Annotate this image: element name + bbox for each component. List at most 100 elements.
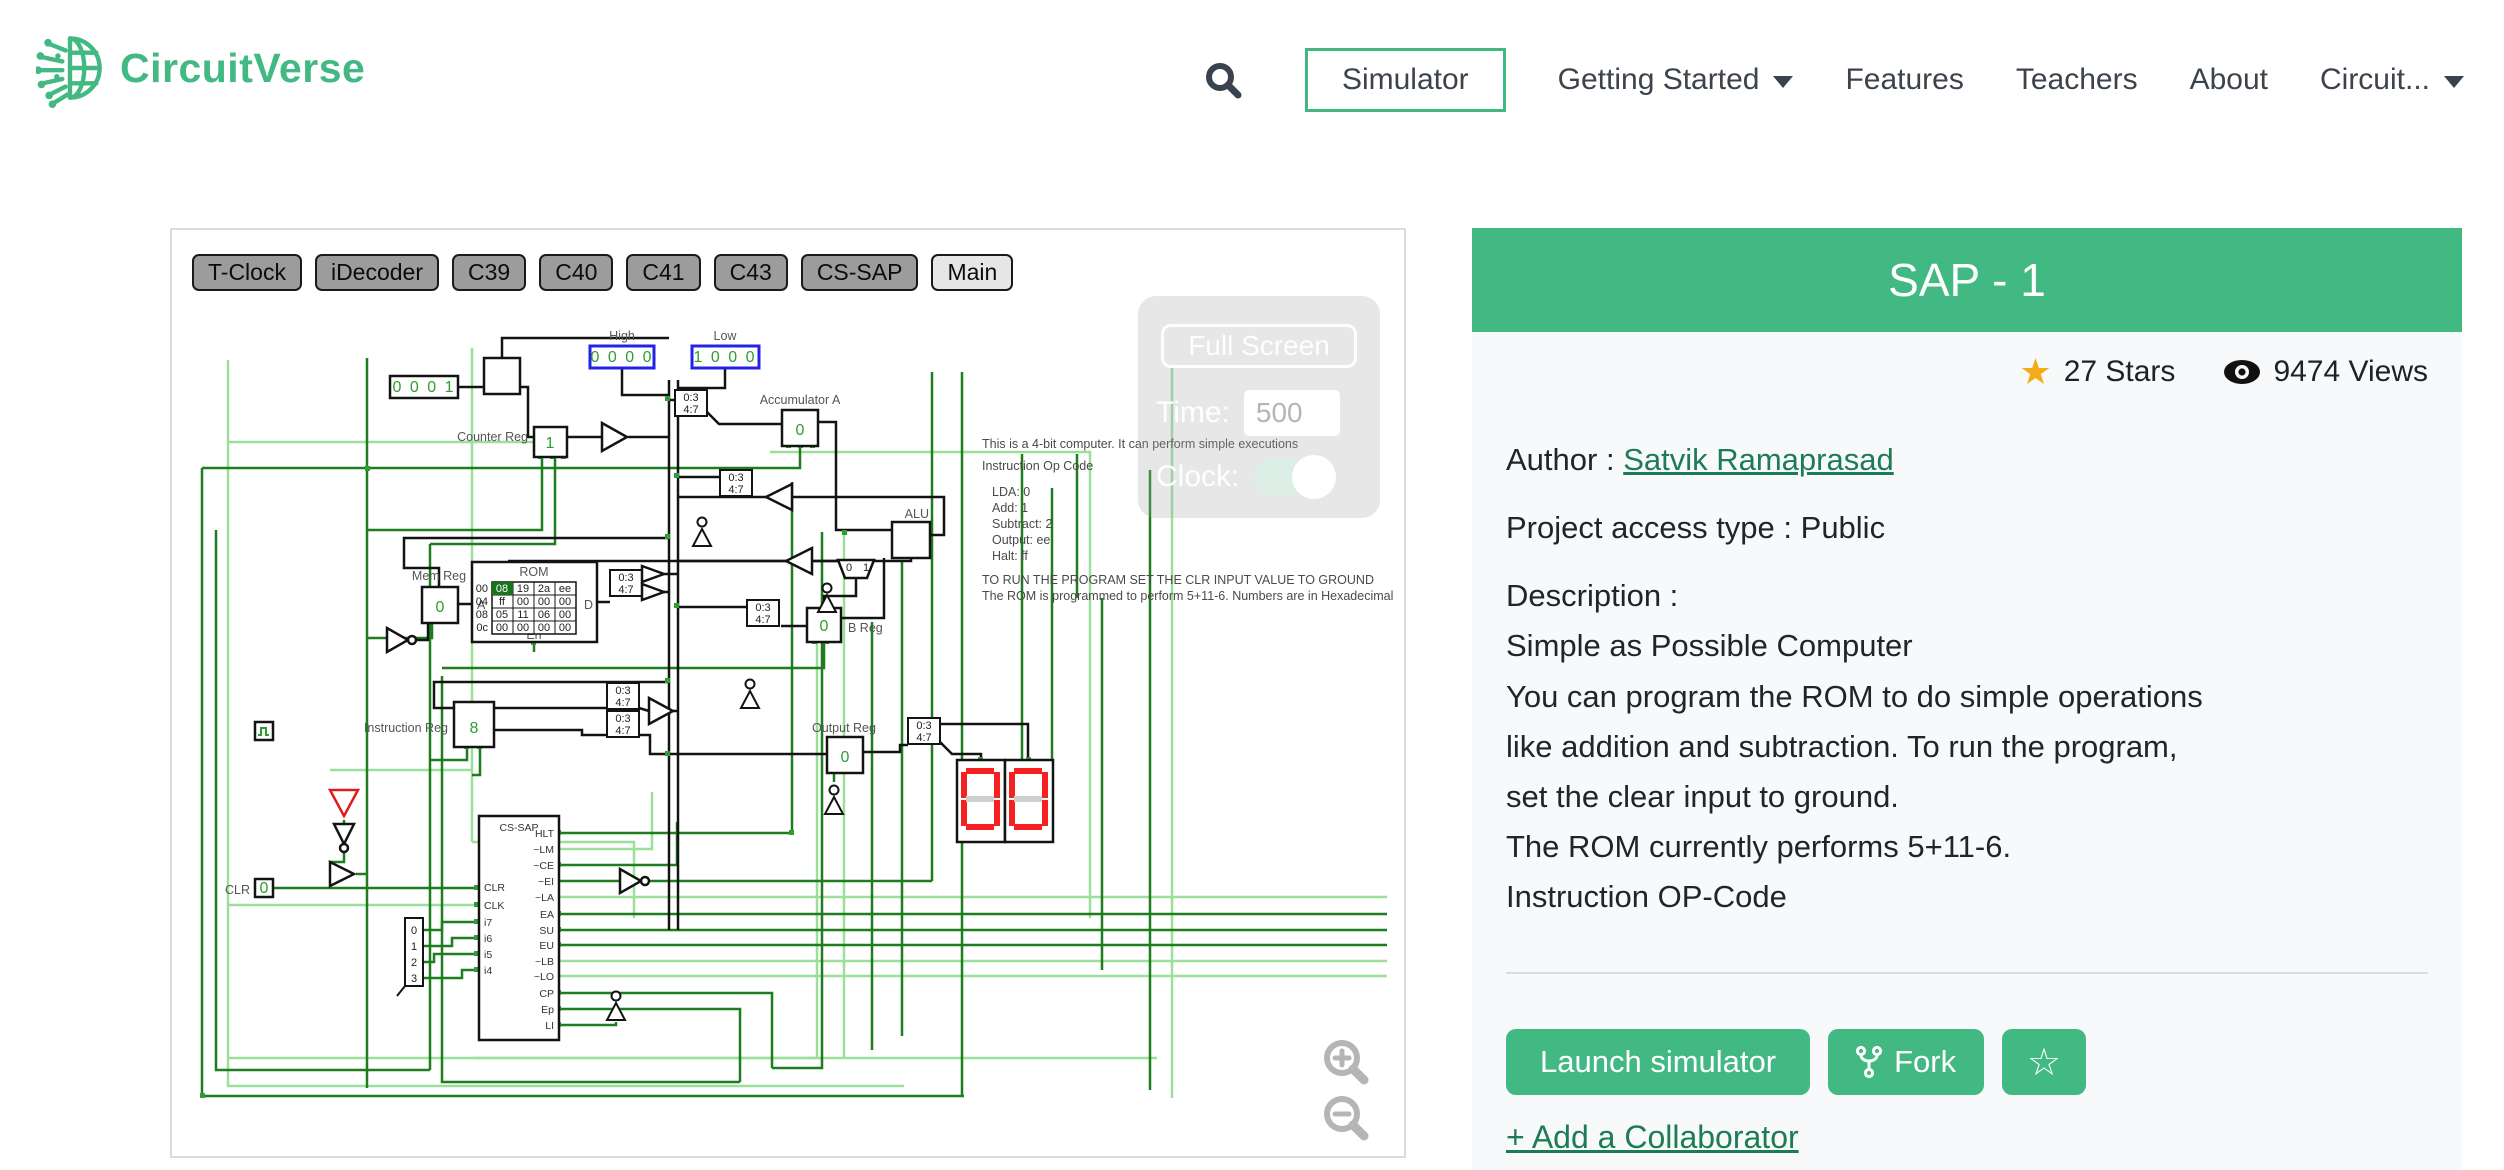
circuit-preview-panel: T-Clock iDecoder C39 C40 C41 C43 CS-SAP …: [170, 228, 1406, 1158]
svg-text:00: 00: [559, 609, 571, 621]
collaborator-row: + Add a Collaborator: [1472, 1119, 2462, 1156]
cs-sap-chip[interactable]: CS-SAP CLR CLK i7 i6 i5 i4 HLT ~LM ~CE ~…: [479, 816, 559, 1040]
circuitverse-project-page: CircuitVerse Simulator Getting Started F…: [0, 0, 2504, 1170]
svg-text:0: 0: [411, 925, 417, 937]
bus-splitter[interactable]: 0:3 4:7: [610, 570, 642, 596]
tab-c40[interactable]: C40: [539, 254, 613, 291]
svg-text:0:3: 0:3: [615, 685, 630, 697]
svg-text:0:3: 0:3: [683, 392, 698, 404]
project-title: SAP - 1: [1472, 228, 2462, 332]
mem-register[interactable]: Mem Reg 0: [412, 569, 466, 623]
svg-text:CLR: CLR: [484, 882, 505, 894]
tab-c41[interactable]: C41: [626, 254, 700, 291]
nav-about[interactable]: About: [2190, 63, 2268, 97]
star-icon: ★: [2019, 354, 2051, 390]
svg-text:00: 00: [559, 596, 571, 608]
clock-element[interactable]: [255, 722, 273, 740]
svg-text:2: 2: [411, 957, 417, 969]
svg-text:1: 1: [863, 562, 869, 574]
clock-toggle[interactable]: [1253, 458, 1333, 496]
svg-text:B Reg: B Reg: [848, 621, 883, 635]
toggle-knob: [1292, 455, 1336, 499]
tab-cs-sap[interactable]: CS-SAP: [801, 254, 919, 291]
launch-simulator-button[interactable]: Launch simulator: [1506, 1029, 1810, 1095]
not-gate[interactable]: [387, 628, 416, 652]
svg-text:0:3: 0:3: [618, 572, 633, 584]
mux-element[interactable]: 0 1: [838, 560, 874, 578]
svg-text:00: 00: [538, 622, 550, 634]
author-link[interactable]: Satvik Ramaprasad: [1623, 442, 1894, 477]
svg-text:i6: i6: [484, 933, 492, 945]
stars-stat[interactable]: ★ 27 Stars: [2019, 354, 2175, 390]
tab-c39[interactable]: C39: [452, 254, 526, 291]
svg-text:LDA: 0: LDA: 0: [992, 485, 1030, 499]
star-button[interactable]: ☆: [2002, 1029, 2086, 1095]
search-icon[interactable]: [1203, 60, 1243, 100]
description-line: Instruction OP-Code: [1506, 872, 2428, 922]
input-word-element[interactable]: 0 0 0 1: [390, 376, 458, 398]
add-collaborator-link[interactable]: + Add a Collaborator: [1506, 1119, 1799, 1155]
nav-getting-started[interactable]: Getting Started: [1558, 63, 1794, 97]
svg-text:Subtract: 2: Subtract: 2: [992, 517, 1052, 531]
clr-input-element[interactable]: CLR 0: [225, 879, 273, 897]
tab-main[interactable]: Main: [931, 254, 1013, 291]
description-line: set the clear input to ground.: [1506, 772, 2428, 822]
low-input-element[interactable]: Low 1 0 0 0: [692, 329, 759, 368]
tab-idecoder[interactable]: iDecoder: [315, 254, 439, 291]
svg-text:00: 00: [496, 622, 508, 634]
time-input[interactable]: [1244, 390, 1340, 436]
bus-splitter[interactable]: 0:3 4:7: [908, 718, 940, 744]
svg-text:Mem Reg: Mem Reg: [412, 569, 466, 583]
svg-text:i5: i5: [484, 949, 492, 961]
nav-features[interactable]: Features: [1845, 63, 1963, 97]
mini-splitter[interactable]: 0 1 2 3: [397, 918, 423, 996]
buffer-gate[interactable]: [642, 584, 664, 600]
buffer-gate[interactable]: [602, 423, 627, 451]
svg-text:4:7: 4:7: [615, 725, 630, 737]
bus-splitter[interactable]: 0:3 4:7: [607, 711, 639, 737]
nav-circuit-menu-label: Circuit...: [2320, 63, 2430, 97]
nav-teachers[interactable]: Teachers: [2016, 63, 2138, 97]
svg-text:~EI: ~EI: [538, 876, 554, 888]
svg-text:Accumulator A: Accumulator A: [760, 393, 841, 407]
buffer-gate[interactable]: [642, 566, 664, 582]
not-gate[interactable]: [334, 824, 354, 852]
description-line: The ROM currently performs 5+11-6.: [1506, 822, 2428, 872]
brand[interactable]: CircuitVerse: [36, 28, 365, 108]
svg-text:Output: ee: Output: ee: [992, 533, 1050, 547]
alu-block[interactable]: ALU: [892, 507, 930, 558]
svg-text:08: 08: [476, 609, 488, 621]
bus-splitter[interactable]: 0:3 4:7: [675, 390, 707, 416]
zoom-out-icon[interactable]: [1320, 1092, 1372, 1144]
power-element[interactable]: [330, 790, 358, 816]
svg-text:4:7: 4:7: [615, 697, 630, 709]
tab-c43[interactable]: C43: [714, 254, 788, 291]
stars-count: 27 Stars: [2064, 355, 2176, 389]
buffer-gate[interactable]: [330, 862, 354, 886]
svg-text:4:7: 4:7: [683, 404, 698, 416]
fork-button[interactable]: Fork: [1828, 1029, 1984, 1095]
bus-splitter[interactable]: 0:3 4:7: [607, 683, 639, 709]
buffer-gate[interactable]: [766, 484, 792, 510]
rom-block[interactable]: ROM A D En 00 04 08 0c 08 19 2a ee: [472, 562, 597, 642]
counter-register[interactable]: Counter Reg 1: [457, 427, 567, 457]
buffer-gate[interactable]: [786, 548, 812, 574]
svg-text:11: 11: [517, 609, 528, 621]
nav-simulator[interactable]: Simulator: [1305, 48, 1506, 112]
svg-text:4:7: 4:7: [755, 614, 770, 626]
d-flipflop-block[interactable]: [484, 358, 520, 394]
svg-text:EA: EA: [540, 909, 554, 921]
high-input-element[interactable]: High 0 0 0 0: [590, 329, 654, 368]
svg-text:~LB: ~LB: [535, 956, 554, 968]
nav-circuit-menu[interactable]: Circuit...: [2320, 63, 2464, 97]
svg-text:Instruction Reg: Instruction Reg: [364, 721, 448, 735]
full-screen-button[interactable]: Full Screen: [1161, 324, 1357, 368]
bus-splitter[interactable]: 0:3 4:7: [720, 470, 752, 496]
divider: [1506, 972, 2428, 974]
seven-segment-display[interactable]: [957, 760, 1053, 842]
zoom-in-icon[interactable]: [1320, 1036, 1372, 1088]
tab-t-clock[interactable]: T-Clock: [192, 254, 302, 291]
accumulator-register[interactable]: Accumulator A 0: [760, 393, 841, 446]
bus-splitter[interactable]: 0:3 4:7: [747, 600, 779, 626]
svg-text:0:3: 0:3: [728, 472, 743, 484]
